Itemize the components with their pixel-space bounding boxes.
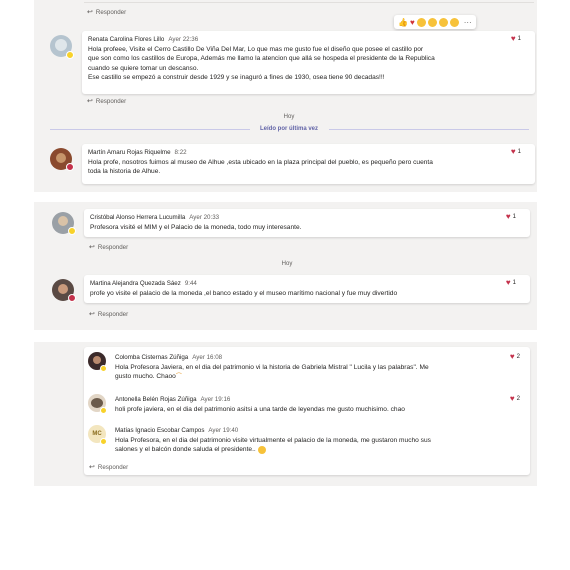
reply-arrow-icon: ↩: [89, 464, 95, 471]
divider: [84, 2, 534, 3]
message-card[interactable]: Renata Carolina Flores Lillo Ayer 22:36 ♥…: [82, 31, 535, 94]
angry-icon[interactable]: [449, 17, 459, 27]
date-separator: Hoy: [283, 114, 295, 120]
sad-icon[interactable]: [438, 17, 448, 27]
message-author: Matías Ignacio Escobar Campos: [115, 427, 205, 434]
message-time: Ayer 19:16: [200, 396, 231, 403]
heart-icon: ♥: [509, 352, 515, 361]
reply-link[interactable]: ↩ Responder: [89, 243, 128, 251]
last-read-line-left: [50, 129, 250, 130]
like-count[interactable]: ♥ 1: [511, 35, 521, 43]
status-away-icon: [100, 407, 107, 414]
message-body: Hola profeee, Visite el Cerro Castillo D…: [88, 46, 435, 81]
message-card[interactable]: Cristóbal Alonso Herrera Lucumilla Ayer 2…: [84, 209, 530, 237]
like-count[interactable]: ♥ 1: [511, 148, 521, 156]
status-busy-icon: [68, 294, 76, 302]
message-time: 8:22: [174, 149, 187, 156]
message-time: Ayer 20:33: [189, 214, 220, 221]
message-time: Ayer 19:40: [208, 427, 239, 434]
date-separator: Hoy: [281, 261, 293, 267]
message-author: Renata Carolina Flores Lillo: [88, 36, 165, 43]
message-author: Martina Alejandra Quezada Sáez: [90, 280, 181, 287]
thread-panel-2: Cristóbal Alonso Herrera Lucumilla Ayer 2…: [34, 202, 537, 330]
like-count[interactable]: ♥ 2: [510, 353, 520, 361]
message-author: Colomba Cisternas Zúñiga: [115, 354, 189, 361]
reply-link[interactable]: ↩ Responder: [87, 8, 126, 16]
reply-link[interactable]: ↩ Responder: [87, 97, 126, 105]
thread-panel-1: ↩ Responder 👍 ♥ ··· Renata Carolina Flore…: [34, 0, 537, 192]
heart-icon: ♥: [509, 394, 515, 403]
like-count[interactable]: ♥ 1: [506, 213, 516, 221]
message-card[interactable]: Martina Alejandra Quezada Sáez 9:44 ♥ 1 pr…: [84, 275, 530, 303]
heart-icon: ♥: [510, 147, 516, 156]
heart-icon: ♥: [505, 212, 511, 221]
message-body: Profesora visité el MIM y el Palacio de …: [90, 224, 302, 231]
reply-link[interactable]: ↩ Responder: [89, 463, 128, 471]
rainbow-icon: ⌒: [175, 374, 182, 381]
message-author: Antonella Belén Rojas Zúñiga: [115, 396, 197, 403]
smile-icon: [257, 445, 266, 454]
reply-link[interactable]: ↩ Responder: [89, 310, 128, 318]
like-count[interactable]: ♥ 1: [506, 279, 516, 287]
message-body: Hola Profesora Javiera, en el dia del pa…: [115, 364, 429, 381]
status-away-icon: [66, 51, 74, 59]
thumbs-up-icon[interactable]: 👍: [398, 18, 408, 27]
message-time: 9:44: [184, 280, 197, 287]
laugh-icon[interactable]: [416, 17, 426, 27]
message-body: Hola profe, nosotros fuimos al museo de …: [88, 159, 433, 176]
more-options-icon[interactable]: ···: [464, 18, 472, 27]
message-body: profe yo visite el palacio de la moneda …: [90, 290, 398, 297]
avatar-initials: MC: [92, 431, 102, 437]
heart-icon: ♥: [510, 34, 516, 43]
message-author: Martín Amaru Rojas Riquelme: [88, 149, 171, 156]
message-time: Ayer 16:08: [192, 354, 223, 361]
reactions-bar: 👍 ♥ ···: [394, 15, 476, 29]
heart-icon[interactable]: ♥: [410, 18, 415, 27]
message-body: holi profe javiera, en el dia del patrim…: [115, 406, 405, 413]
last-read-label: Leído por última vez: [259, 126, 318, 132]
reply-arrow-icon: ↩: [89, 311, 95, 318]
reply-arrow-icon: ↩: [89, 244, 95, 251]
heart-icon: ♥: [505, 278, 511, 287]
status-away-icon: [100, 365, 107, 372]
thread-panel-3: Colomba Cisternas Zúñiga Ayer 16:08 ♥ 2 Ho…: [34, 342, 537, 486]
surprised-icon[interactable]: [427, 17, 437, 27]
message-card[interactable]: Martín Amaru Rojas Riquelme 8:22 ♥ 1 Hola …: [82, 144, 535, 184]
reply-arrow-icon: ↩: [87, 9, 93, 16]
message-time: Ayer 22:36: [168, 36, 199, 43]
status-away-icon: [68, 227, 76, 235]
last-read-line-right: [329, 129, 529, 130]
like-count[interactable]: ♥ 2: [510, 395, 520, 403]
message-author: Cristóbal Alonso Herrera Lucumilla: [90, 214, 186, 221]
status-busy-icon: [66, 163, 74, 171]
message-card[interactable]: Colomba Cisternas Zúñiga Ayer 16:08 ♥ 2 Ho…: [84, 347, 530, 475]
reply-arrow-icon: ↩: [87, 98, 93, 105]
message-body: Hola Profesora, en el dia del patrimonio…: [115, 437, 431, 454]
status-away-icon: [100, 438, 107, 445]
